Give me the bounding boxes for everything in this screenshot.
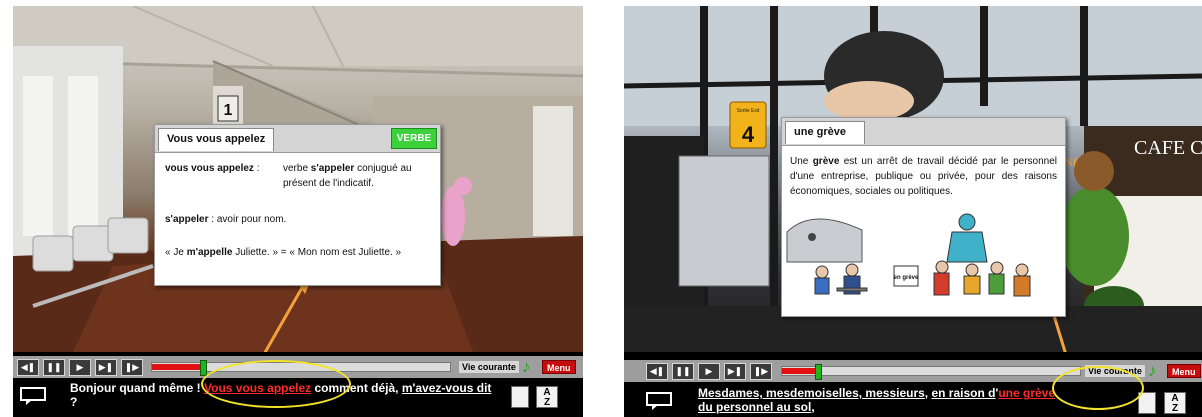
verbe-badge[interactable]: VERBE bbox=[391, 128, 437, 149]
pause-button[interactable]: ❚❚ bbox=[43, 359, 65, 376]
menu-button[interactable]: Menu bbox=[542, 360, 576, 374]
popup-body: vous vous appelez : verbe s'appeler conj… bbox=[155, 153, 440, 260]
step-forward-icon: ▶❚ bbox=[727, 366, 743, 376]
subtitle-link[interactable]: du personnel au sol bbox=[698, 400, 811, 414]
highlight-ellipse bbox=[201, 360, 351, 408]
music-note-icon[interactable]: ♪ bbox=[522, 357, 531, 377]
progress-knob[interactable] bbox=[200, 360, 207, 376]
entry-description: verbe s'appeler conjugué au présent de l… bbox=[283, 161, 430, 191]
en-greve-sign: en grève bbox=[894, 275, 919, 281]
popup-title-tab: Vous vous appelez bbox=[158, 128, 275, 151]
step-back-icon: ❚▶ bbox=[124, 362, 140, 372]
vocabulary-popup: une grève Une grève est un arrêt de trav… bbox=[781, 117, 1066, 317]
rewind-button[interactable]: ◀❚ bbox=[646, 363, 668, 380]
example-start: « Je bbox=[165, 247, 187, 258]
popup-body: Une grève est un arrêt de travail décidé… bbox=[782, 146, 1065, 199]
progress-knob[interactable] bbox=[815, 364, 822, 380]
popup-header: Vous vous appelez VERBE bbox=[155, 125, 440, 153]
example-end: Juliette. » = « Mon nom est Juliette. » bbox=[232, 247, 402, 258]
progress-fill bbox=[152, 364, 203, 370]
entry-verb: s'appeler bbox=[310, 163, 355, 174]
next-button[interactable]: ▶❚ bbox=[724, 363, 746, 380]
popup-title-tab: une grève bbox=[785, 121, 865, 144]
subtitle-link[interactable]: en raison d bbox=[931, 386, 995, 400]
caption-icon[interactable] bbox=[20, 387, 46, 405]
strike-illustration: en grève bbox=[786, 213, 1031, 297]
document-icon[interactable] bbox=[511, 386, 529, 408]
airport-hall-scene: 1 Vous vous appelez VERBE vous vous appe… bbox=[13, 6, 583, 352]
left-panel: 1 Vous vous appelez VERBE vous vous appe… bbox=[13, 6, 583, 417]
a-z-dictionary-icon[interactable]: AZ bbox=[536, 386, 558, 408]
progress-fill bbox=[782, 368, 818, 374]
rewind-button[interactable]: ◀❚ bbox=[17, 359, 39, 376]
menu-button[interactable]: Menu bbox=[1167, 364, 1201, 378]
vocabulary-popup: Vous vous appelez VERBE vous vous appele… bbox=[154, 124, 441, 286]
subtitle-link[interactable]: Mesdames, mesdemoiselles, messieurs bbox=[698, 386, 925, 400]
play-button[interactable]: ▶ bbox=[69, 359, 91, 376]
play-button[interactable]: ▶ bbox=[698, 363, 720, 380]
pause-icon: ❚❚ bbox=[675, 366, 691, 376]
rewind-icon: ◀❚ bbox=[649, 366, 665, 376]
definition-part: Une bbox=[790, 156, 813, 167]
airport-cafe-scene: Sortie Exit 4 CAFE COF NER bbox=[624, 6, 1202, 352]
subtitle-part: ? bbox=[70, 395, 78, 409]
pause-button[interactable]: ❚❚ bbox=[672, 363, 694, 380]
right-panel: Sortie Exit 4 CAFE COF NER bbox=[624, 6, 1202, 417]
next-button[interactable]: ▶❚ bbox=[95, 359, 117, 376]
highlight-ellipse bbox=[1052, 366, 1144, 410]
subtitle-part: , bbox=[811, 400, 815, 414]
step-back-icon: ❚▶ bbox=[753, 366, 769, 376]
definition-text: : avoir pour nom. bbox=[208, 214, 287, 225]
subtitle-highlight-link[interactable]: une grève bbox=[998, 386, 1055, 400]
example-verb: m'appelle bbox=[186, 247, 233, 258]
rewind-icon: ◀❚ bbox=[20, 362, 36, 372]
vie-courante-label[interactable]: Vie courante bbox=[459, 361, 519, 373]
definition-term: grève bbox=[812, 156, 840, 167]
caption-icon[interactable] bbox=[646, 392, 672, 410]
entry-term: vous vous appelez bbox=[165, 163, 254, 174]
entry-term-cell: vous vous appelez : bbox=[165, 161, 283, 191]
popup-header: une grève bbox=[782, 118, 1065, 146]
step-forward-icon: ▶❚ bbox=[98, 362, 114, 372]
entry-pre: verbe bbox=[283, 163, 311, 174]
subtitle-part: Bonjour quand même ! bbox=[70, 381, 205, 395]
a-z-dictionary-icon[interactable]: AZ bbox=[1164, 392, 1186, 414]
example-line: « Je m'appelle Juliette. » = « Mon nom e… bbox=[165, 245, 430, 260]
next-sentence-button[interactable]: ❚▶ bbox=[121, 359, 143, 376]
progress-slider[interactable] bbox=[781, 364, 1081, 380]
subtitle-link[interactable]: m'avez-vous dit bbox=[402, 381, 492, 395]
next-sentence-button[interactable]: ❚▶ bbox=[750, 363, 772, 380]
music-note-icon[interactable]: ♪ bbox=[1148, 361, 1157, 381]
play-icon: ▶ bbox=[705, 366, 713, 376]
pause-icon: ❚❚ bbox=[46, 362, 62, 372]
definition-term: s'appeler bbox=[165, 214, 209, 225]
play-icon: ▶ bbox=[76, 362, 84, 372]
entry-separator: : bbox=[253, 163, 260, 174]
definition-line: s'appeler : avoir pour nom. bbox=[165, 212, 430, 227]
